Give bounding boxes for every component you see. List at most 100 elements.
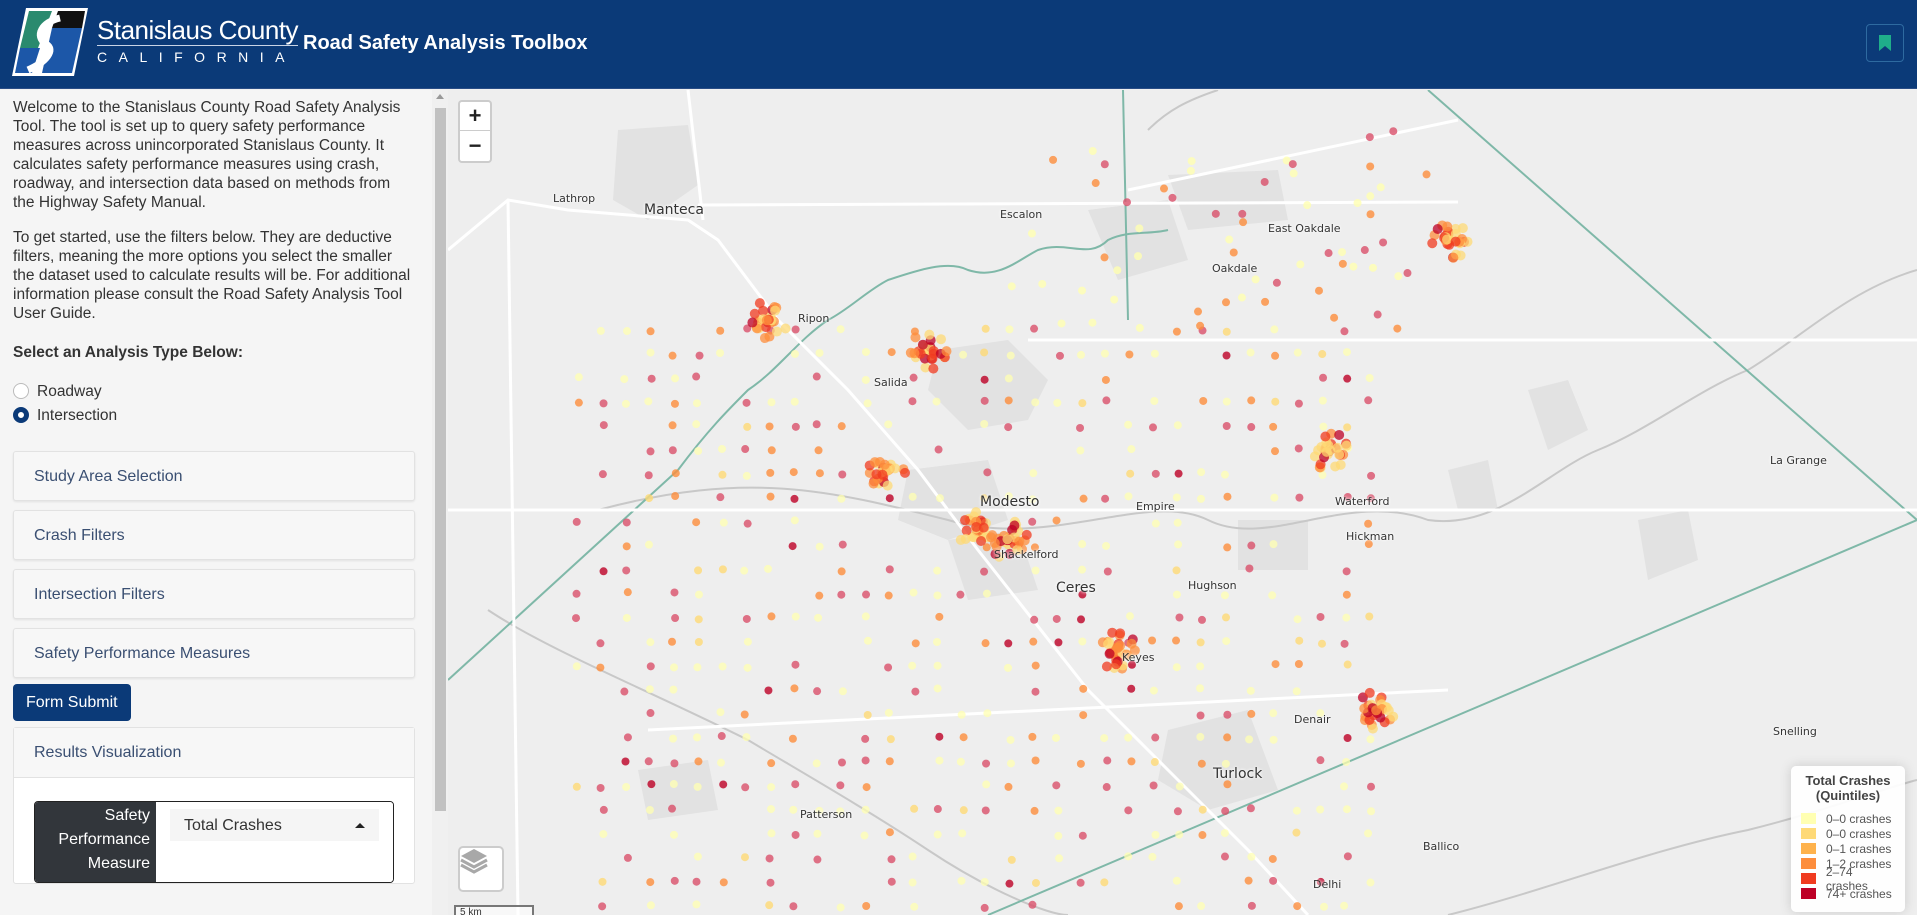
crash-point: [1175, 830, 1184, 839]
crash-point: [976, 536, 987, 547]
crash-point: [791, 612, 800, 621]
crash-point: [1052, 781, 1061, 790]
crash-point: [1088, 146, 1097, 155]
sidebar-scrollbar[interactable]: [432, 90, 448, 915]
crash-point: [1076, 350, 1085, 359]
crash-point: [815, 542, 824, 551]
crash-point: [1334, 449, 1345, 460]
crash-point: [754, 298, 765, 309]
results-visualization-header[interactable]: Results Visualization: [14, 728, 414, 778]
place-label: Manteca: [644, 202, 704, 218]
crash-point: [1150, 349, 1159, 358]
scroll-up-arrow-icon[interactable]: [436, 94, 444, 99]
crash-point: [1076, 446, 1085, 455]
crash-point: [933, 566, 942, 575]
crash-point: [717, 732, 726, 741]
crash-point: [574, 398, 583, 407]
crash-point: [668, 421, 677, 430]
crash-point: [1303, 201, 1312, 210]
place-label: La Grange: [1770, 454, 1827, 467]
crash-point: [933, 684, 942, 693]
crash-point: [1316, 805, 1325, 814]
crash-point: [790, 684, 799, 693]
crash-point: [1196, 684, 1205, 693]
crash-point: [789, 468, 798, 477]
place-label: Ripon: [798, 312, 830, 325]
zoom-in-button[interactable]: +: [460, 102, 490, 131]
legend-label: 0–0 crashes: [1826, 811, 1892, 826]
crash-point: [1293, 615, 1302, 624]
crash-point: [623, 853, 632, 862]
crash-point: [622, 518, 631, 527]
radio-button-roadway[interactable]: [13, 383, 29, 399]
crash-point: [671, 374, 680, 383]
crash-point: [1403, 269, 1412, 278]
crash-point: [910, 804, 919, 813]
crash-point: [1173, 518, 1182, 527]
scroll-thumb[interactable]: [435, 108, 446, 811]
crash-point: [622, 566, 631, 575]
crash-point: [1269, 735, 1278, 744]
crash-point: [861, 805, 870, 814]
crash-point: [767, 446, 776, 455]
crash-point: [837, 590, 846, 599]
layers-button[interactable]: [458, 846, 504, 892]
radio-label: Intersection: [37, 406, 118, 424]
crash-point: [861, 375, 870, 384]
spm-select[interactable]: Total Crashes: [156, 802, 393, 882]
crash-point: [814, 613, 823, 622]
crash-point: [719, 518, 728, 527]
crash-point: [815, 348, 824, 357]
legend-swatch: [1801, 843, 1816, 854]
crash-point: [646, 878, 655, 887]
crash-point: [936, 334, 947, 345]
crash-point: [890, 463, 901, 474]
crash-point: [1007, 282, 1016, 291]
crash-point: [1031, 398, 1040, 407]
crash-point: [1330, 313, 1339, 322]
crash-point: [941, 346, 952, 357]
crash-point: [1349, 262, 1358, 271]
radio-intersection[interactable]: Intersection: [13, 403, 415, 427]
crash-point: [671, 469, 680, 478]
accordion-safety-performance-measures[interactable]: Safety Performance Measures: [13, 628, 415, 678]
crash-point: [1223, 543, 1232, 552]
accordion-study-area-selection[interactable]: Study Area Selection: [13, 451, 415, 501]
crash-point: [790, 397, 799, 406]
crash-point: [1102, 783, 1111, 792]
zoom-out-button[interactable]: −: [460, 131, 490, 160]
crash-point: [1360, 246, 1369, 255]
crash-point: [980, 420, 989, 429]
map[interactable]: Lathrop Manteca Escalon East Oakdale Oakdale…: [448, 90, 1917, 915]
radio-roadway[interactable]: Roadway: [13, 379, 415, 403]
crash-point: [717, 444, 726, 453]
bookmark-button[interactable]: [1866, 24, 1904, 62]
crash-point: [623, 588, 632, 597]
crash-point: [1229, 248, 1238, 257]
accordion-crash-filters[interactable]: Crash Filters: [13, 510, 415, 560]
crash-point: [1029, 469, 1038, 478]
crash-point: [1172, 876, 1181, 885]
crash-point: [1269, 709, 1278, 718]
crash-point: [957, 876, 966, 885]
accordion-intersection-filters[interactable]: Intersection Filters: [13, 569, 415, 619]
form-submit-button[interactable]: Form Submit: [13, 684, 131, 721]
crash-point: [1340, 327, 1349, 336]
crash-point: [1222, 397, 1231, 406]
crash-point: [1366, 878, 1375, 887]
crash-point: [1197, 902, 1206, 911]
crash-point: [905, 347, 916, 358]
radio-button-intersection[interactable]: [13, 407, 29, 423]
crash-point: [836, 781, 845, 790]
crash-point: [1364, 519, 1373, 528]
legend-item: 0–0 crashes: [1799, 811, 1897, 826]
crash-point: [1196, 321, 1205, 330]
crash-point: [813, 687, 822, 696]
crash-point: [599, 567, 608, 576]
crash-point: [863, 399, 872, 408]
crash-point: [1076, 878, 1085, 887]
crash-point: [1319, 902, 1328, 911]
crash-point: [1174, 902, 1183, 911]
crash-point: [1321, 446, 1332, 457]
crash-point: [621, 757, 630, 766]
